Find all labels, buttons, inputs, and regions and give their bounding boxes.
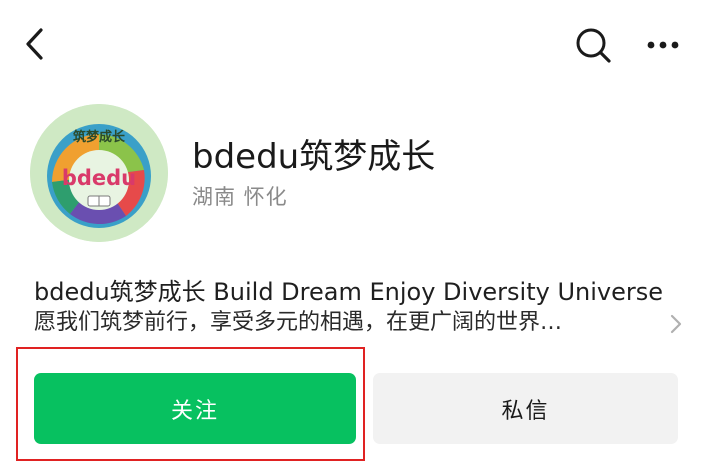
bio-expand-button[interactable] <box>664 312 688 336</box>
back-button[interactable] <box>14 22 58 66</box>
follow-button[interactable]: 关注 <box>34 373 356 444</box>
avatar-logo-top-text: 筑梦成长 <box>72 130 125 145</box>
more-button[interactable] <box>640 22 686 68</box>
more-horizontal-icon <box>647 41 679 49</box>
avatar-logo-main-text: bdedu <box>61 166 137 190</box>
account-location: 湖南 怀化 <box>192 185 288 209</box>
account-name: bdedu筑梦成长 <box>192 137 436 177</box>
chevron-right-icon <box>670 314 682 334</box>
chevron-left-icon <box>26 28 43 60</box>
search-button[interactable] <box>570 22 616 68</box>
bio-line-1: bdedu筑梦成长 Build Dream Enjoy Diversity Un… <box>34 278 663 306</box>
search-icon <box>576 28 611 63</box>
message-button[interactable]: 私信 <box>373 373 678 444</box>
bio-section[interactable]: bdedu筑梦成长 Build Dream Enjoy Diversity Un… <box>34 276 663 338</box>
avatar[interactable]: 筑梦成长 bdedu <box>30 104 168 242</box>
bio-line-2: 愿我们筑梦前行，享受多元的相遇，在更广阔的世界… <box>34 310 563 335</box>
